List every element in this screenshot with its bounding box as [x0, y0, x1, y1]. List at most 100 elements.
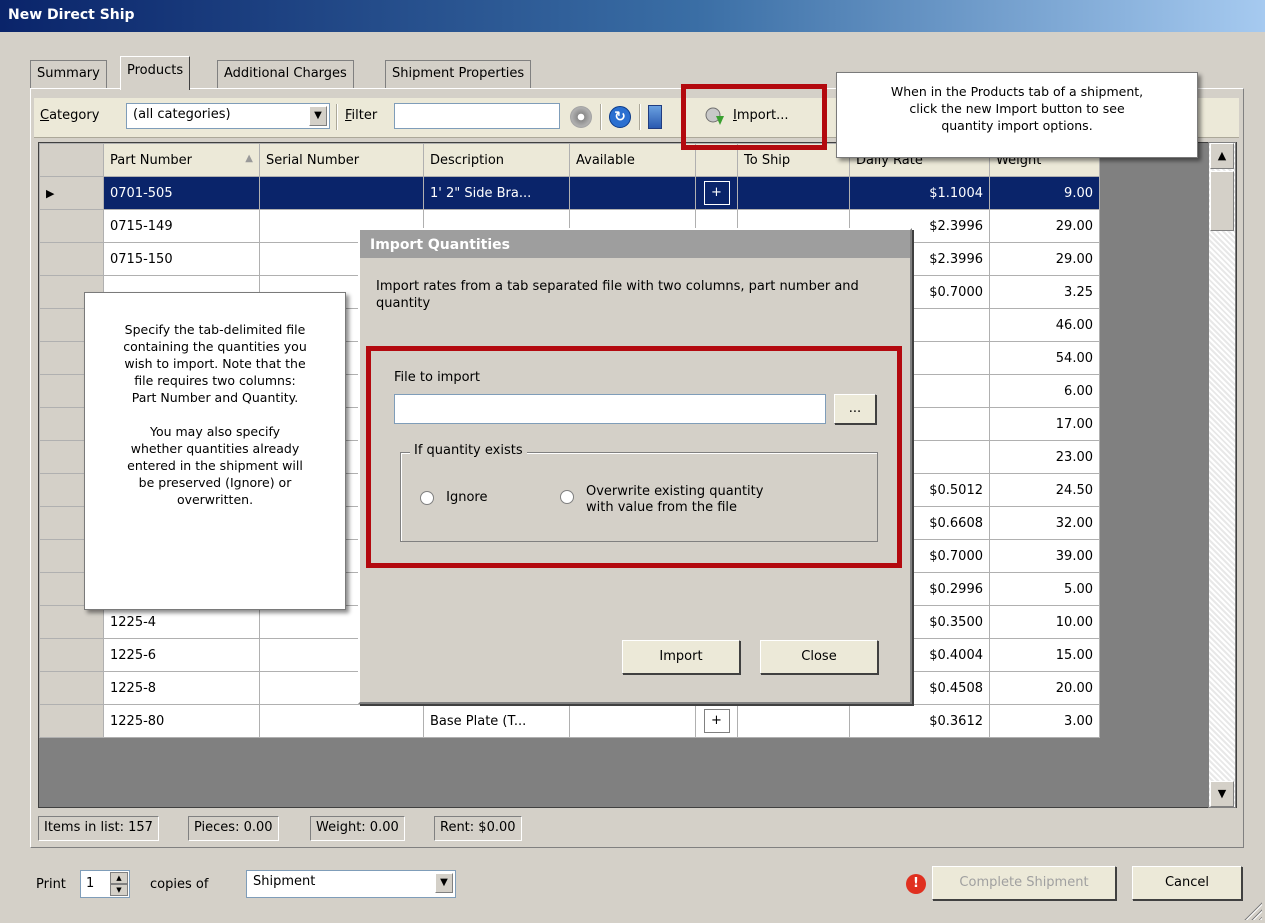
cell-weight[interactable]: 20.00	[989, 671, 1100, 705]
cancel-button[interactable]: Cancel	[1132, 866, 1242, 900]
document-select[interactable]: Shipment ▼	[246, 870, 456, 898]
cell-part-number[interactable]: 1225-6	[103, 638, 260, 672]
cell-description[interactable]: Base Plate (T...	[423, 704, 570, 738]
import-options-highlight	[366, 346, 902, 568]
cell-serial-number[interactable]	[259, 704, 424, 738]
cell-weight[interactable]: 54.00	[989, 341, 1100, 375]
row-indicator-icon: ▶	[46, 186, 55, 200]
row-header[interactable]	[39, 671, 104, 705]
import-button-highlight	[681, 84, 827, 150]
cell-weight[interactable]: 29.00	[989, 242, 1100, 276]
cell-weight[interactable]: 46.00	[989, 308, 1100, 342]
refresh-icon[interactable]: ↻	[609, 106, 631, 128]
cell-add[interactable]: +	[695, 704, 738, 738]
cell-weight[interactable]: 24.50	[989, 473, 1100, 507]
cell-part-number[interactable]: 1225-4	[103, 605, 260, 639]
category-label: Category	[40, 108, 100, 123]
add-quantity-button[interactable]: +	[703, 709, 730, 733]
window-title: New Direct Ship	[0, 0, 1265, 32]
cell-weight[interactable]: 6.00	[989, 374, 1100, 408]
filter-label: Filter	[345, 108, 378, 123]
cell-description[interactable]: 1' 2" Side Bra...	[423, 176, 570, 210]
column-header-available[interactable]: Available	[569, 143, 696, 177]
cell-available[interactable]	[569, 176, 696, 210]
cell-part-number[interactable]: 0701-505	[103, 176, 260, 210]
scroll-thumb[interactable]	[1210, 171, 1234, 231]
tab-additional-charges[interactable]: Additional Charges	[217, 60, 354, 88]
cell-serial-number[interactable]	[259, 176, 424, 210]
cell-weight[interactable]: 29.00	[989, 209, 1100, 243]
row-header[interactable]	[39, 242, 104, 276]
row-header[interactable]	[39, 209, 104, 243]
dialog-title: Import Quantities	[360, 230, 910, 258]
column-header-description[interactable]: Description	[423, 143, 570, 177]
cell-daily-rate[interactable]: $1.1004	[849, 176, 990, 210]
row-header[interactable]	[39, 704, 104, 738]
status-rent: Rent: $0.00	[434, 816, 522, 841]
spin-up-icon[interactable]: ▲	[110, 872, 128, 884]
cell-weight[interactable]: 10.00	[989, 605, 1100, 639]
row-header[interactable]	[39, 638, 104, 672]
dropdown-arrow-icon[interactable]: ▼	[309, 106, 327, 126]
toolbar-separator	[600, 104, 602, 130]
spin-down-icon[interactable]: ▼	[110, 884, 128, 896]
cell-weight[interactable]: 3.00	[989, 704, 1100, 738]
cell-part-number[interactable]: 1225-8	[103, 671, 260, 705]
cell-part-number[interactable]: 0715-149	[103, 209, 260, 243]
toolbar-separator	[639, 104, 641, 130]
calculator-icon[interactable]	[648, 105, 662, 129]
cell-to-ship[interactable]	[737, 176, 850, 210]
row-header-corner	[39, 143, 104, 177]
cell-weight[interactable]: 23.00	[989, 440, 1100, 474]
tab-summary[interactable]: Summary	[30, 60, 107, 88]
row-header[interactable]: ▶	[39, 176, 104, 210]
copies-value: 1	[86, 876, 95, 891]
cell-weight[interactable]: 9.00	[989, 176, 1100, 210]
tab-products[interactable]: Products	[120, 56, 191, 90]
category-select[interactable]: (all categories) ▼	[126, 103, 330, 129]
toolbar-separator	[336, 104, 338, 130]
close-button[interactable]: Close	[760, 640, 878, 674]
complete-shipment-button[interactable]: Complete Shipment	[932, 866, 1116, 900]
resize-grip-icon[interactable]	[1244, 902, 1262, 920]
row-header[interactable]	[39, 605, 104, 639]
settings-icon[interactable]	[570, 106, 592, 128]
status-weight: Weight: 0.00	[310, 816, 405, 841]
table-row[interactable]: ▶ 0701-505 1' 2" Side Bra... + $1.1004 9.00	[39, 176, 1100, 210]
cell-daily-rate[interactable]: $0.3612	[849, 704, 990, 738]
document-select-value: Shipment	[253, 874, 316, 889]
cell-part-number[interactable]: 0715-150	[103, 242, 260, 276]
scroll-down-icon[interactable]: ▼	[1210, 781, 1234, 807]
table-row[interactable]: 1225-80 Base Plate (T... + $0.3612 3.00	[39, 704, 1100, 738]
cell-weight[interactable]: 15.00	[989, 638, 1100, 672]
top-callout: When in the Products tab of a shipment, …	[836, 72, 1198, 158]
copies-of-label: copies of	[150, 877, 209, 892]
dialog-description: Import rates from a tab separated file w…	[376, 279, 859, 311]
sort-asc-icon: ▲	[245, 152, 253, 164]
filter-input[interactable]	[394, 103, 560, 129]
tab-shipment-properties[interactable]: Shipment Properties	[385, 60, 532, 88]
status-items: Items in list: 157	[38, 816, 159, 841]
print-label: Print	[36, 877, 66, 892]
cell-part-number[interactable]: 1225-80	[103, 704, 260, 738]
cell-add[interactable]: +	[695, 176, 738, 210]
import-dialog-button[interactable]: Import	[622, 640, 740, 674]
cell-weight[interactable]: 39.00	[989, 539, 1100, 573]
dropdown-arrow-icon[interactable]: ▼	[435, 873, 453, 893]
left-callout: Specify the tab-delimited file containin…	[84, 292, 346, 610]
status-pieces: Pieces: 0.00	[188, 816, 279, 841]
scroll-up-icon[interactable]: ▲	[1210, 143, 1234, 169]
column-header-part-number[interactable]: Part Number ▲	[103, 143, 260, 177]
warning-icon: !	[906, 874, 926, 894]
vertical-scrollbar[interactable]: ▲ ▼	[1208, 142, 1236, 808]
cell-weight[interactable]: 5.00	[989, 572, 1100, 606]
cell-weight[interactable]: 32.00	[989, 506, 1100, 540]
cell-weight[interactable]: 3.25	[989, 275, 1100, 309]
cell-to-ship[interactable]	[737, 704, 850, 738]
column-header-serial-number[interactable]: Serial Number	[259, 143, 424, 177]
add-quantity-button[interactable]: +	[703, 181, 730, 205]
copies-spinner[interactable]: 1 ▲ ▼	[80, 870, 130, 898]
cell-available[interactable]	[569, 704, 696, 738]
category-select-value: (all categories)	[133, 107, 231, 122]
cell-weight[interactable]: 17.00	[989, 407, 1100, 441]
